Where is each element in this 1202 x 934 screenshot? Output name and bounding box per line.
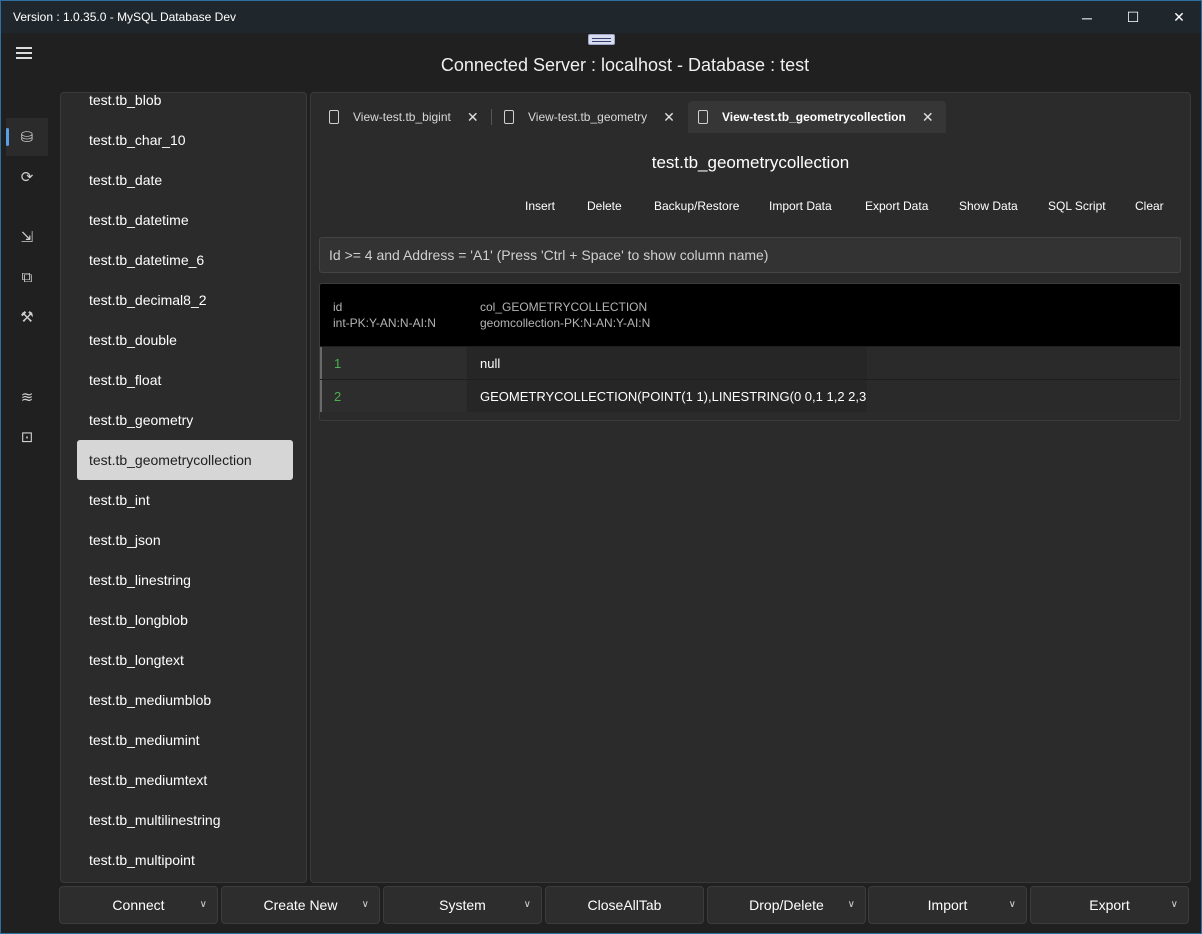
chevron-down-icon[interactable]: ∨: [524, 899, 531, 910]
tab-divider: [491, 109, 492, 125]
list-item[interactable]: test.tb_mediumblob: [77, 680, 293, 720]
list-item[interactable]: test.tb_multipoint: [77, 840, 293, 880]
document-icon: [504, 110, 514, 124]
data-grid: id int-PK:Y-AN:N-AI:N col_GEOMETRYCOLLEC…: [319, 283, 1181, 421]
view-title: test.tb_geometrycollection: [651, 153, 850, 172]
document-icon: [698, 110, 708, 124]
list-item[interactable]: test.tb_mediumtext: [77, 760, 293, 800]
list-item[interactable]: test.tb_mediumint: [77, 720, 293, 760]
title-bar: Version : 1.0.35.0 - MySQL Database Dev …: [0, 0, 1202, 33]
wifi-icon[interactable]: ≋: [6, 378, 48, 416]
create-new-button[interactable]: Create New ∨: [221, 886, 380, 924]
chevron-down-icon[interactable]: ∨: [1171, 899, 1178, 910]
import-button[interactable]: Import ∨: [868, 886, 1027, 924]
list-item[interactable]: test.tb_geometrycollection: [77, 440, 293, 480]
list-item[interactable]: test.tb_longblob: [77, 600, 293, 640]
content-panel: View-test.tb_bigint ✕ View-test.tb_geome…: [310, 92, 1191, 883]
grip-handle-icon[interactable]: [588, 34, 615, 45]
tab-label: View-test.tb_geometry: [528, 110, 648, 124]
maximize-button[interactable]: ☐: [1110, 1, 1156, 34]
export-data-button[interactable]: Export Data: [865, 199, 928, 213]
closealltab-button[interactable]: CloseAllTab: [545, 886, 704, 924]
tab-label: View-test.tb_bigint: [353, 110, 451, 124]
connection-title: Connected Server : localhost - Database …: [440, 55, 810, 75]
settings-icon[interactable]: ⊡: [6, 418, 48, 456]
column-type: geomcollection-PK:N-AN:Y-AI:N: [480, 316, 651, 330]
empty-cell: [868, 380, 1180, 412]
id-cell[interactable]: 2: [320, 380, 466, 412]
list-item[interactable]: test.tb_linestring: [77, 560, 293, 600]
list-item[interactable]: test.tb_char_10: [77, 120, 293, 160]
tab-label: View-test.tb_geometrycollection: [722, 110, 906, 124]
table-row[interactable]: 1 null: [320, 346, 1180, 379]
close-tab-icon[interactable]: ✕: [467, 109, 479, 126]
list-item[interactable]: test.tb_int: [77, 480, 293, 520]
button-label: Export: [1089, 897, 1130, 913]
list-item[interactable]: test.tb_double: [77, 320, 293, 360]
close-tab-icon[interactable]: ✕: [663, 109, 675, 126]
button-label: Create New: [263, 897, 338, 913]
drop-delete-button[interactable]: Drop/Delete ∨: [707, 886, 866, 924]
import-data-button[interactable]: Import Data: [769, 199, 832, 213]
list-item[interactable]: test.tb_float: [77, 360, 293, 400]
sql-script-button[interactable]: SQL Script: [1048, 199, 1106, 213]
button-label: System: [439, 897, 486, 913]
tools-icon[interactable]: ⚒: [6, 298, 48, 336]
list-item[interactable]: test.tb_blob: [77, 93, 293, 120]
list-item[interactable]: test.tb_json: [77, 520, 293, 560]
insert-button[interactable]: Insert: [525, 199, 555, 213]
grid-header: id int-PK:Y-AN:N-AI:N col_GEOMETRYCOLLEC…: [320, 284, 1180, 346]
id-cell[interactable]: 1: [320, 347, 466, 379]
button-label: Import: [927, 897, 968, 913]
list-item[interactable]: test.tb_longtext: [77, 640, 293, 680]
filter-input[interactable]: Id >= 4 and Address = 'A1' (Press 'Ctrl …: [319, 237, 1181, 273]
delete-button[interactable]: Delete: [587, 199, 622, 213]
document-icon: [329, 110, 339, 124]
table-list: test.tb_blob test.tb_char_10 test.tb_date t…: [60, 92, 307, 883]
refresh-db-icon[interactable]: ⟳: [6, 158, 48, 196]
clear-button[interactable]: Clear: [1135, 199, 1164, 213]
tab-geometry[interactable]: View-test.tb_geometry ✕: [504, 101, 675, 133]
button-label: Drop/Delete: [749, 897, 824, 913]
database-icon[interactable]: ⛁: [6, 118, 48, 156]
list-item[interactable]: test.tb_datetime: [77, 200, 293, 240]
minimize-button[interactable]: ─: [1064, 1, 1110, 34]
column-name: id: [333, 300, 343, 314]
column-name: col_GEOMETRYCOLLECTION: [480, 300, 648, 314]
window-title: Version : 1.0.35.0 - MySQL Database Dev: [13, 10, 237, 24]
export-doc-icon[interactable]: ⇲: [6, 218, 48, 256]
close-tab-icon[interactable]: ✕: [922, 109, 934, 126]
value-cell[interactable]: null: [467, 347, 867, 379]
compare-icon[interactable]: ⧉: [6, 258, 48, 296]
chevron-down-icon[interactable]: ∨: [200, 899, 207, 910]
column-type: int-PK:Y-AN:N-AI:N: [333, 316, 436, 330]
button-label: Connect: [112, 897, 165, 913]
list-item[interactable]: test.tb_decimal8_2: [77, 280, 293, 320]
column-header-id[interactable]: id int-PK:Y-AN:N-AI:N: [333, 299, 436, 331]
export-button[interactable]: Export ∨: [1030, 886, 1189, 924]
empty-cell: [868, 347, 1180, 379]
chevron-down-icon[interactable]: ∨: [1009, 899, 1016, 910]
connect-button[interactable]: Connect ∨: [59, 886, 218, 924]
column-header-geometrycollection[interactable]: col_GEOMETRYCOLLECTION geomcollection-PK…: [480, 299, 650, 331]
show-data-button[interactable]: Show Data: [959, 199, 1018, 213]
chevron-down-icon[interactable]: ∨: [362, 899, 369, 910]
value-cell[interactable]: GEOMETRYCOLLECTION(POINT(1 1),LINESTRING…: [467, 380, 867, 412]
system-button[interactable]: System ∨: [383, 886, 542, 924]
table-row[interactable]: 2 GEOMETRYCOLLECTION(POINT(1 1),LINESTRI…: [320, 379, 1180, 412]
tab-bigint[interactable]: View-test.tb_bigint ✕: [329, 101, 479, 133]
close-window-button[interactable]: ✕: [1156, 1, 1202, 34]
list-item[interactable]: test.tb_date: [77, 160, 293, 200]
tab-geometrycollection[interactable]: View-test.tb_geometrycollection ✕: [688, 101, 946, 133]
list-item[interactable]: test.tb_geometry: [77, 400, 293, 440]
list-item[interactable]: test.tb_datetime_6: [77, 240, 293, 280]
backup-restore-button[interactable]: Backup/Restore: [654, 199, 739, 213]
chevron-down-icon[interactable]: ∨: [848, 899, 855, 910]
list-item[interactable]: test.tb_multilinestring: [77, 800, 293, 840]
button-label: CloseAllTab: [587, 897, 662, 913]
